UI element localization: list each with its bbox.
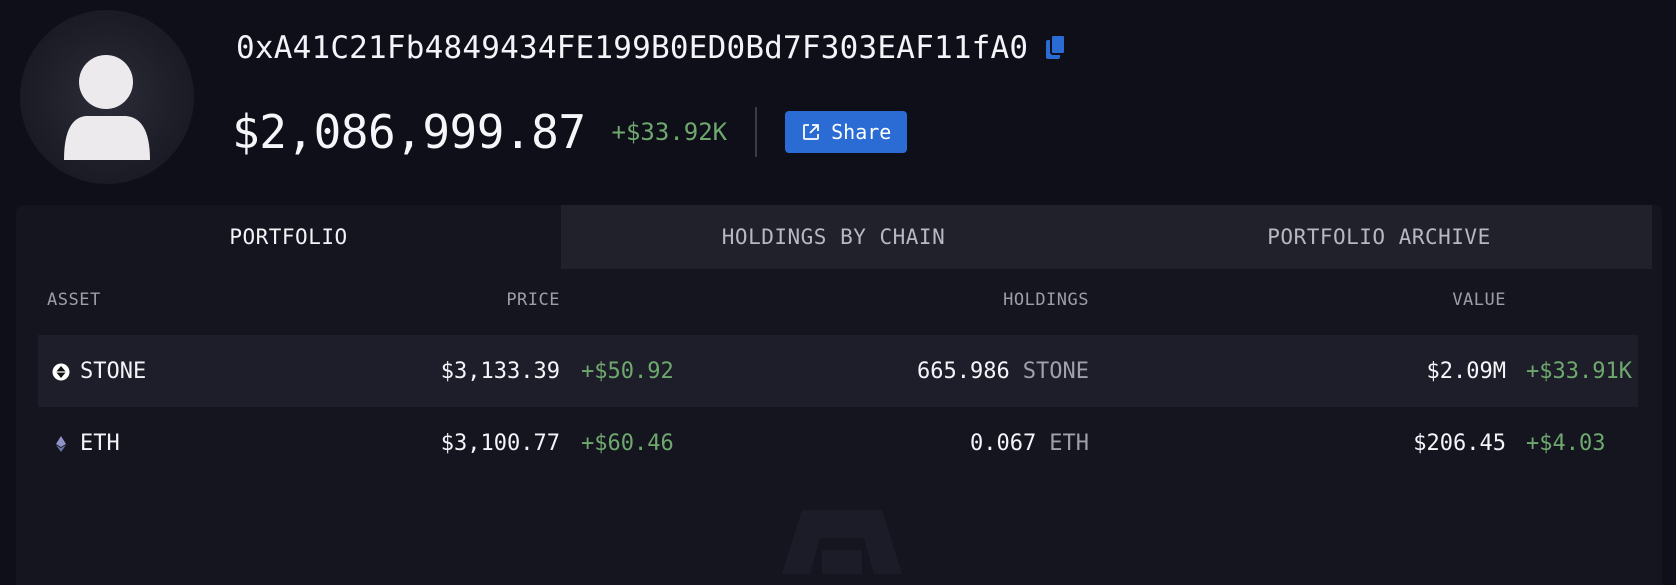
column-header-value[interactable]: VALUE [1452, 290, 1506, 310]
watermark-logo [782, 510, 902, 574]
external-link-icon [803, 124, 820, 140]
user-silhouette-icon [64, 55, 150, 160]
asset-cell: ETH [52, 407, 120, 479]
copy-icon[interactable] [1044, 34, 1068, 62]
tab-holdings-by-chain[interactable]: HOLDINGS BY CHAIN [561, 205, 1106, 269]
address-row: 0xA41C21Fb4849434FE199B0ED0Bd7F303EAF11f… [236, 30, 1068, 66]
value-change: +$33.91K [1526, 358, 1632, 384]
holdings-cell: 0.067 ETH [970, 407, 1089, 479]
price-change: +$60.46 [581, 430, 674, 456]
holdings-cell: 665.986 STONE [917, 335, 1089, 407]
share-button[interactable]: Share [785, 111, 908, 153]
asset-name: ETH [80, 430, 120, 456]
holdings-amount: 665.986 [917, 358, 1010, 384]
eth-token-icon [52, 434, 70, 452]
total-change: +$33.92K [611, 118, 728, 146]
value-amount: $206.45 [1413, 430, 1506, 456]
portfolio-summary: $2,086,999.87 +$33.92K Share [232, 104, 908, 160]
column-header-price[interactable]: PRICE [506, 290, 560, 310]
asset-cell: STONE [52, 335, 146, 407]
wallet-address: 0xA41C21Fb4849434FE199B0ED0Bd7F303EAF11f… [236, 30, 1029, 66]
tab-portfolio[interactable]: PORTFOLIO [16, 205, 561, 269]
total-value: $2,086,999.87 [232, 105, 586, 159]
table-row[interactable]: STONE $3,133.39 +$50.92 665.986 STONE $2… [38, 335, 1638, 407]
holdings-unit: STONE [1022, 358, 1089, 384]
value-amount: $2.09M [1426, 358, 1506, 384]
avatar [20, 10, 194, 184]
stone-token-icon [52, 362, 70, 381]
divider [755, 107, 758, 157]
tab-portfolio-archive[interactable]: PORTFOLIO ARCHIVE [1106, 205, 1652, 269]
value-change: +$4.03 [1526, 430, 1606, 456]
table-row[interactable]: ETH $3,100.77 +$60.46 0.067 ETH $206.45 … [38, 407, 1638, 479]
holdings-unit: ETH [1049, 430, 1089, 456]
tab-bar: PORTFOLIO HOLDINGS BY CHAIN PORTFOLIO AR… [16, 205, 1662, 269]
column-header-asset[interactable]: ASSET [47, 290, 101, 310]
column-header-holdings[interactable]: HOLDINGS [1003, 290, 1089, 310]
price-change: +$50.92 [581, 358, 674, 384]
price-value: $3,100.77 [440, 430, 560, 456]
holdings-amount: 0.067 [970, 430, 1037, 456]
price-value: $3,133.39 [440, 358, 560, 384]
asset-name: STONE [80, 358, 147, 384]
share-label: Share [831, 120, 892, 144]
